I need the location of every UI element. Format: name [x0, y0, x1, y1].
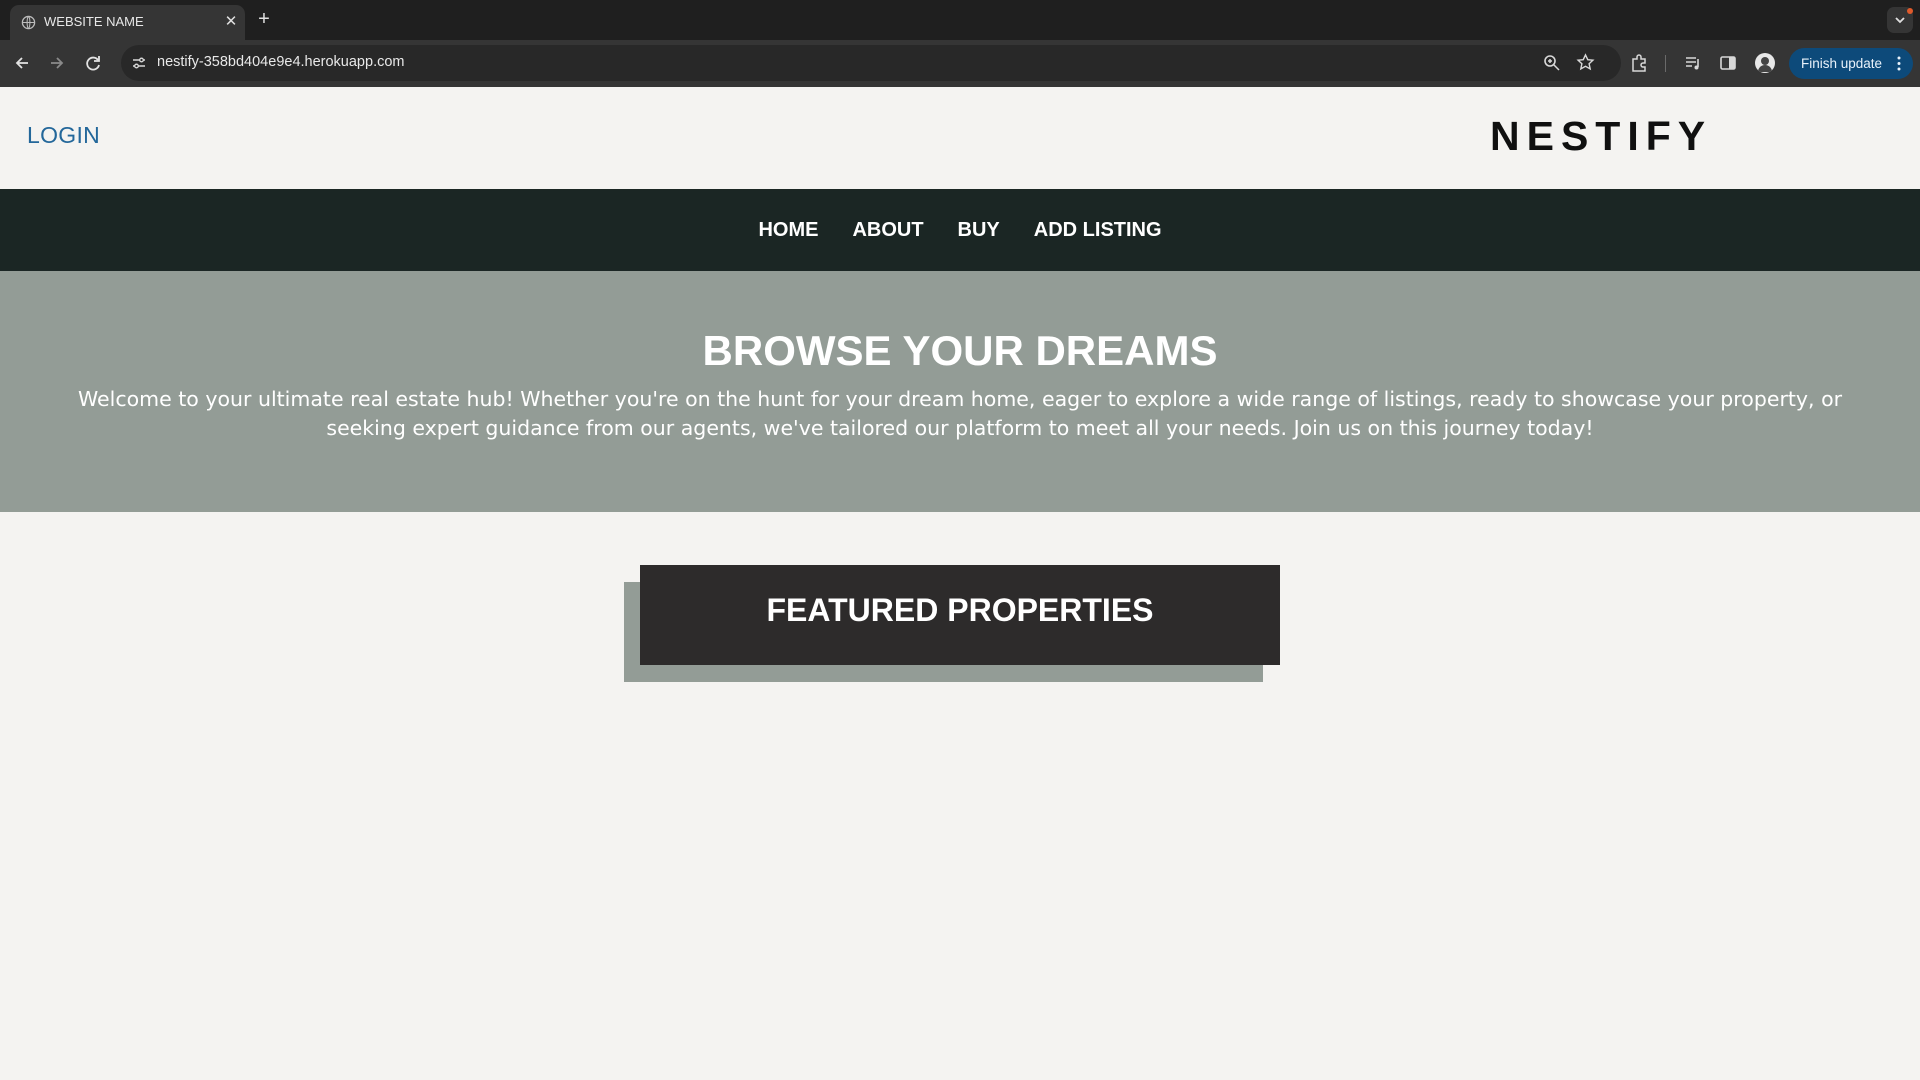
finish-update-label: Finish update [1801, 56, 1883, 71]
back-arrow-icon[interactable] [11, 52, 33, 74]
bookmark-star-icon[interactable] [1576, 53, 1595, 72]
browser-toolbar: nestify-358bd404e9e4.herokuapp.com Finis… [0, 40, 1920, 87]
hero-description: Welcome to your ultimate real estate hub… [77, 387, 1843, 440]
kebab-menu-icon [1897, 56, 1901, 71]
nav-about[interactable]: ABOUT [852, 219, 923, 242]
address-bar[interactable]: nestify-358bd404e9e4.herokuapp.com [121, 45, 1621, 81]
profile-avatar[interactable] [1755, 53, 1775, 73]
featured-properties-title: FEATURED PROPERTIES [766, 592, 1154, 628]
toolbar-divider [1665, 55, 1666, 72]
featured-heading-box: FEATURED PROPERTIES [640, 565, 1280, 665]
zoom-icon[interactable] [1543, 54, 1561, 72]
new-tab-icon[interactable]: + [253, 8, 275, 30]
url-text: nestify-358bd404e9e4.herokuapp.com [157, 54, 405, 70]
tab-title: WEBSITE NAME [44, 14, 144, 29]
site-header: LOGIN NESTIFY [0, 87, 1920, 189]
extensions-icon[interactable] [1629, 53, 1649, 73]
site-settings-icon[interactable] [131, 55, 147, 71]
finish-update-button[interactable]: Finish update [1789, 48, 1913, 79]
nav-buy[interactable]: BUY [958, 219, 1000, 242]
reload-icon[interactable] [82, 52, 104, 74]
browser-tab-strip: WEBSITE NAME ✕ + [0, 0, 1920, 40]
chevron-down-icon [1895, 17, 1905, 24]
tab-search-button[interactable] [1887, 7, 1913, 33]
close-tab-icon[interactable]: ✕ [222, 13, 240, 31]
nav-add-listing[interactable]: ADD LISTING [1034, 219, 1162, 242]
nav-home[interactable]: HOME [758, 219, 818, 242]
hero-title: BROWSE YOUR DREAMS [702, 327, 1218, 374]
browser-tab[interactable]: WEBSITE NAME ✕ [10, 5, 245, 40]
site-logo[interactable]: NESTIFY [1490, 113, 1712, 160]
login-link[interactable]: LOGIN [27, 122, 100, 149]
media-controls-icon[interactable] [1683, 53, 1703, 73]
nav-items: HOME ABOUT BUY ADD LISTING [0, 219, 1920, 242]
forward-arrow-icon[interactable] [46, 52, 68, 74]
side-panel-icon[interactable] [1718, 53, 1738, 73]
hero-section: BROWSE YOUR DREAMS Welcome to your ultim… [0, 271, 1920, 512]
globe-icon [21, 15, 36, 30]
notification-dot [1907, 8, 1913, 14]
main-navigation: HOME ABOUT BUY ADD LISTING [0, 189, 1920, 271]
web-page: LOGIN NESTIFY HOME ABOUT BUY ADD LISTING… [0, 87, 1920, 1080]
profile-icon [1758, 57, 1772, 72]
